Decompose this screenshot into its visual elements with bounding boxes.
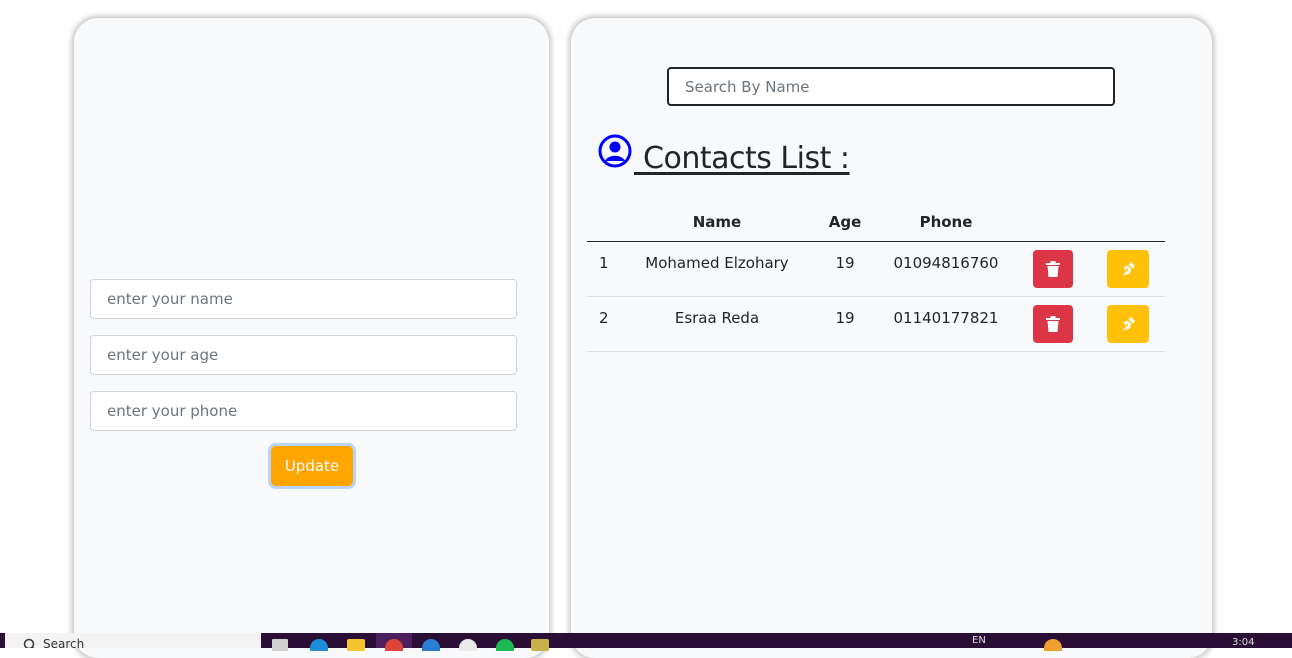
os-taskbar: Search EN 3:04 — [0, 633, 1292, 651]
column-header-edit — [1091, 204, 1165, 242]
weather-icon[interactable] — [1044, 639, 1062, 651]
taskbar-search-label: Search — [43, 637, 85, 648]
row-phone: 01094816760 — [877, 241, 1015, 297]
taskbar-search-box[interactable]: Search — [5, 633, 261, 648]
column-header-name: Name — [621, 204, 813, 242]
edge-browser-icon[interactable] — [310, 639, 328, 651]
taskbar-clock[interactable]: 3:04 — [1232, 637, 1254, 648]
row-index: 2 — [587, 296, 621, 352]
column-header-phone: Phone — [877, 204, 1015, 242]
pen-nib-icon — [1122, 261, 1135, 276]
edit-button[interactable] — [1107, 249, 1149, 288]
chrome-browser-icon[interactable] — [385, 639, 403, 651]
column-header-age: Age — [813, 204, 877, 242]
edit-button[interactable] — [1107, 304, 1149, 343]
search-icon — [23, 638, 35, 648]
task-view-icon[interactable] — [272, 639, 288, 651]
spotify-icon[interactable] — [496, 639, 514, 651]
age-input[interactable] — [90, 335, 517, 375]
table-row: 1 Mohamed Elzohary 19 01094816760 — [587, 241, 1165, 297]
row-age: 19 — [813, 241, 877, 297]
table-row: 2 Esraa Reda 19 01140177821 — [587, 296, 1165, 352]
notes-app-icon[interactable] — [531, 639, 549, 651]
row-phone: 01140177821 — [877, 296, 1015, 352]
language-indicator[interactable]: EN — [972, 635, 986, 646]
delete-button[interactable] — [1033, 249, 1073, 288]
row-delete-cell — [1015, 241, 1091, 297]
row-name: Esraa Reda — [621, 296, 813, 352]
contacts-list-card: Contacts List : Name Age Phone 1 Mohamed… — [571, 18, 1212, 658]
whatsapp-icon[interactable] — [459, 639, 477, 651]
column-header-index — [587, 204, 621, 242]
search-by-name-input[interactable] — [667, 67, 1115, 106]
row-delete-cell — [1015, 296, 1091, 352]
update-button[interactable]: Update — [271, 446, 353, 486]
phone-input[interactable] — [90, 391, 517, 431]
contacts-list-title: Contacts List : — [634, 140, 850, 176]
row-age: 19 — [813, 296, 877, 352]
row-name: Mohamed Elzohary — [621, 241, 813, 297]
pen-nib-icon — [1122, 316, 1135, 331]
table-header-row: Name Age Phone — [587, 204, 1165, 242]
name-input[interactable] — [90, 279, 517, 319]
row-index: 1 — [587, 241, 621, 297]
vscode-icon[interactable] — [422, 639, 440, 651]
row-edit-cell — [1091, 241, 1165, 297]
file-explorer-icon[interactable] — [347, 639, 365, 651]
contacts-heading: Contacts List : — [598, 134, 850, 182]
trash-icon — [1046, 315, 1060, 332]
column-header-delete — [1015, 204, 1091, 242]
trash-icon — [1046, 260, 1060, 277]
row-edit-cell — [1091, 296, 1165, 352]
contact-form-card: Update — [74, 18, 549, 658]
user-circle-icon — [598, 134, 632, 168]
contacts-table: Name Age Phone 1 Mohamed Elzohary 19 010… — [587, 204, 1165, 352]
delete-button[interactable] — [1033, 304, 1073, 343]
